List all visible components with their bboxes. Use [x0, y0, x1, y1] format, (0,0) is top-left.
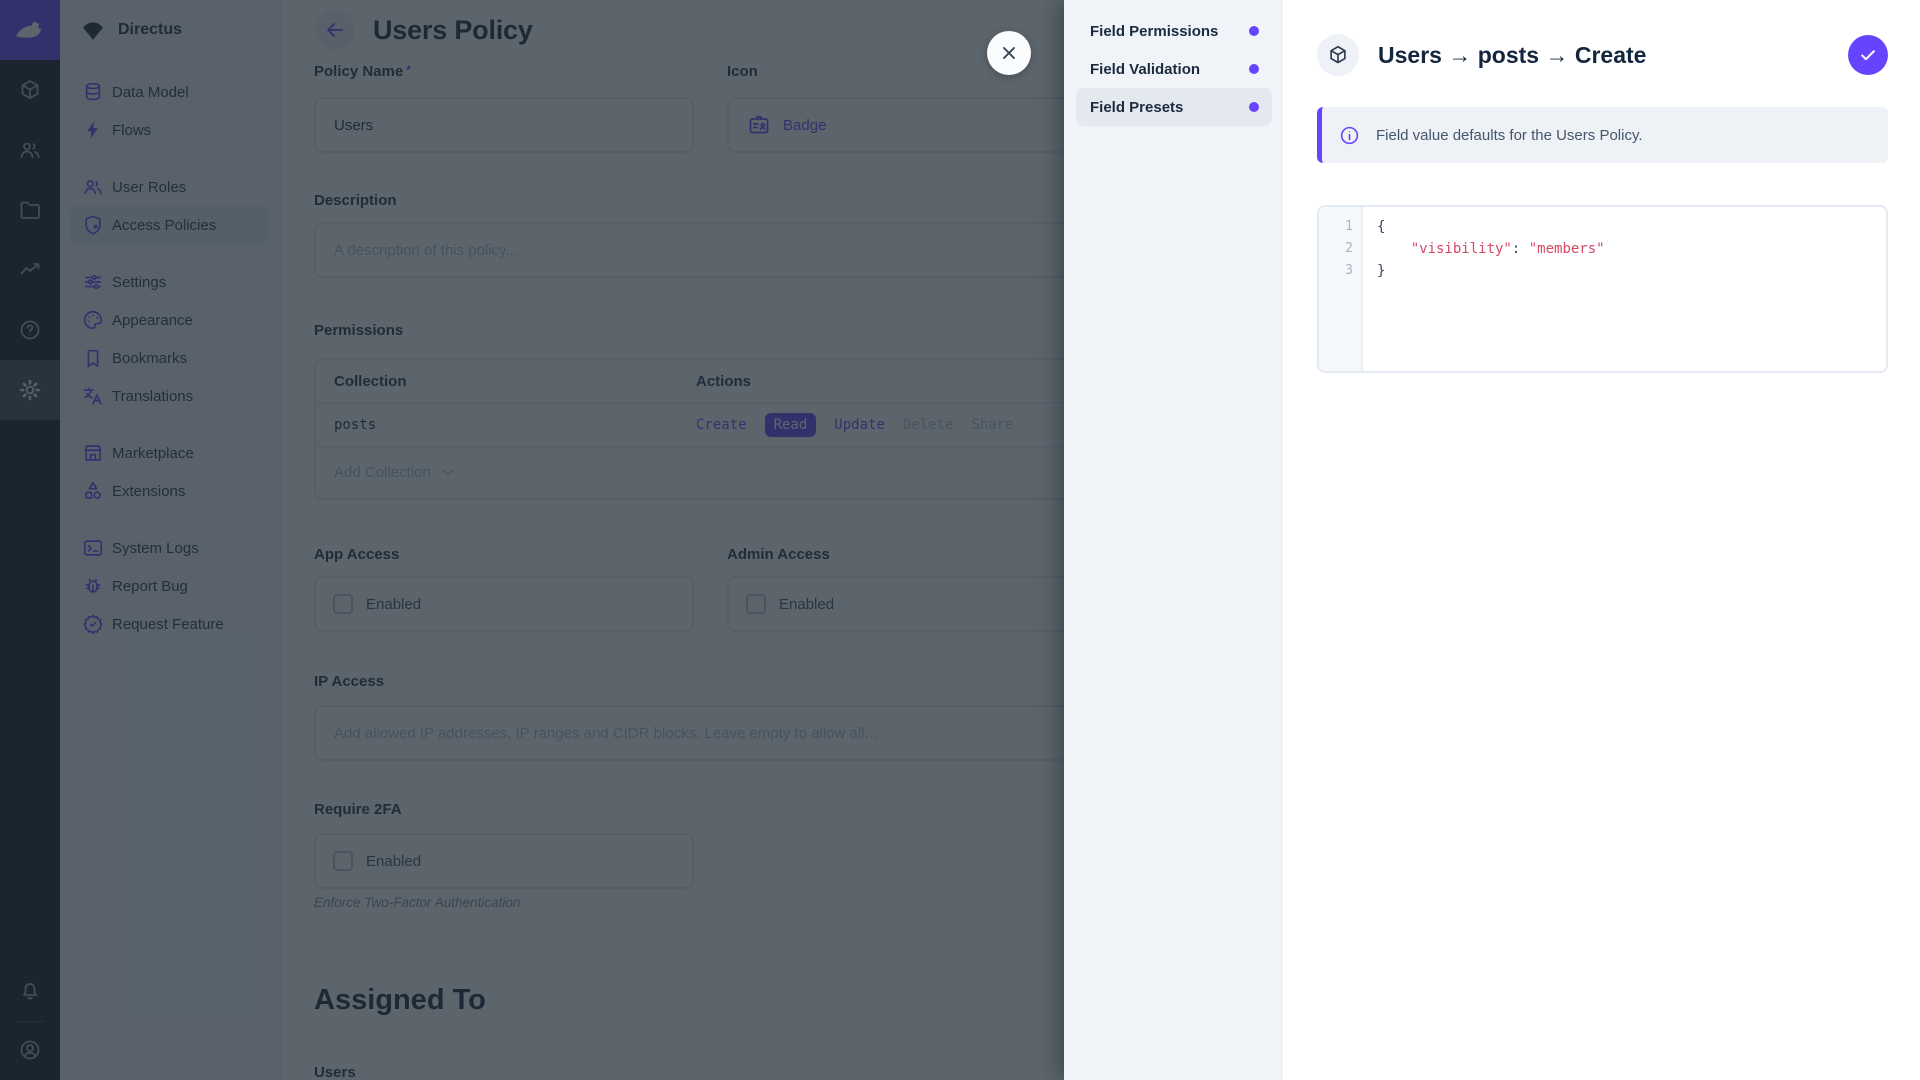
drawer-header: Users → posts → Create: [1317, 34, 1888, 76]
close-icon: [998, 42, 1020, 64]
tab-field-permissions[interactable]: Field Permissions: [1076, 12, 1272, 50]
status-dot: [1249, 102, 1259, 112]
tab-field-presets[interactable]: Field Presets: [1076, 88, 1272, 126]
drawer-close-button[interactable]: [987, 31, 1031, 75]
check-icon: [1858, 45, 1878, 65]
code-content[interactable]: { "visibility": "members"}: [1363, 207, 1605, 371]
drawer-tab-list: Field Permissions Field Validation Field…: [1064, 0, 1283, 1080]
status-dot: [1249, 26, 1259, 36]
code-editor[interactable]: 1 2 3 { "visibility": "members"}: [1317, 205, 1888, 373]
notice-text: Field value defaults for the Users Polic…: [1376, 127, 1643, 144]
field-detail-drawer: Field Permissions Field Validation Field…: [1064, 0, 1920, 1080]
drawer-header-icon-circle: [1317, 34, 1359, 76]
line-number-gutter: 1 2 3: [1319, 207, 1363, 371]
save-button[interactable]: [1848, 35, 1888, 75]
status-dot: [1249, 64, 1259, 74]
drawer-title: Users → posts → Create: [1378, 42, 1646, 69]
box-icon: [1327, 44, 1349, 66]
info-notice: Field value defaults for the Users Polic…: [1317, 107, 1888, 163]
info-icon: [1339, 125, 1360, 146]
drawer-content: Users → posts → Create Field value defau…: [1283, 0, 1920, 1080]
tab-field-validation[interactable]: Field Validation: [1076, 50, 1272, 88]
